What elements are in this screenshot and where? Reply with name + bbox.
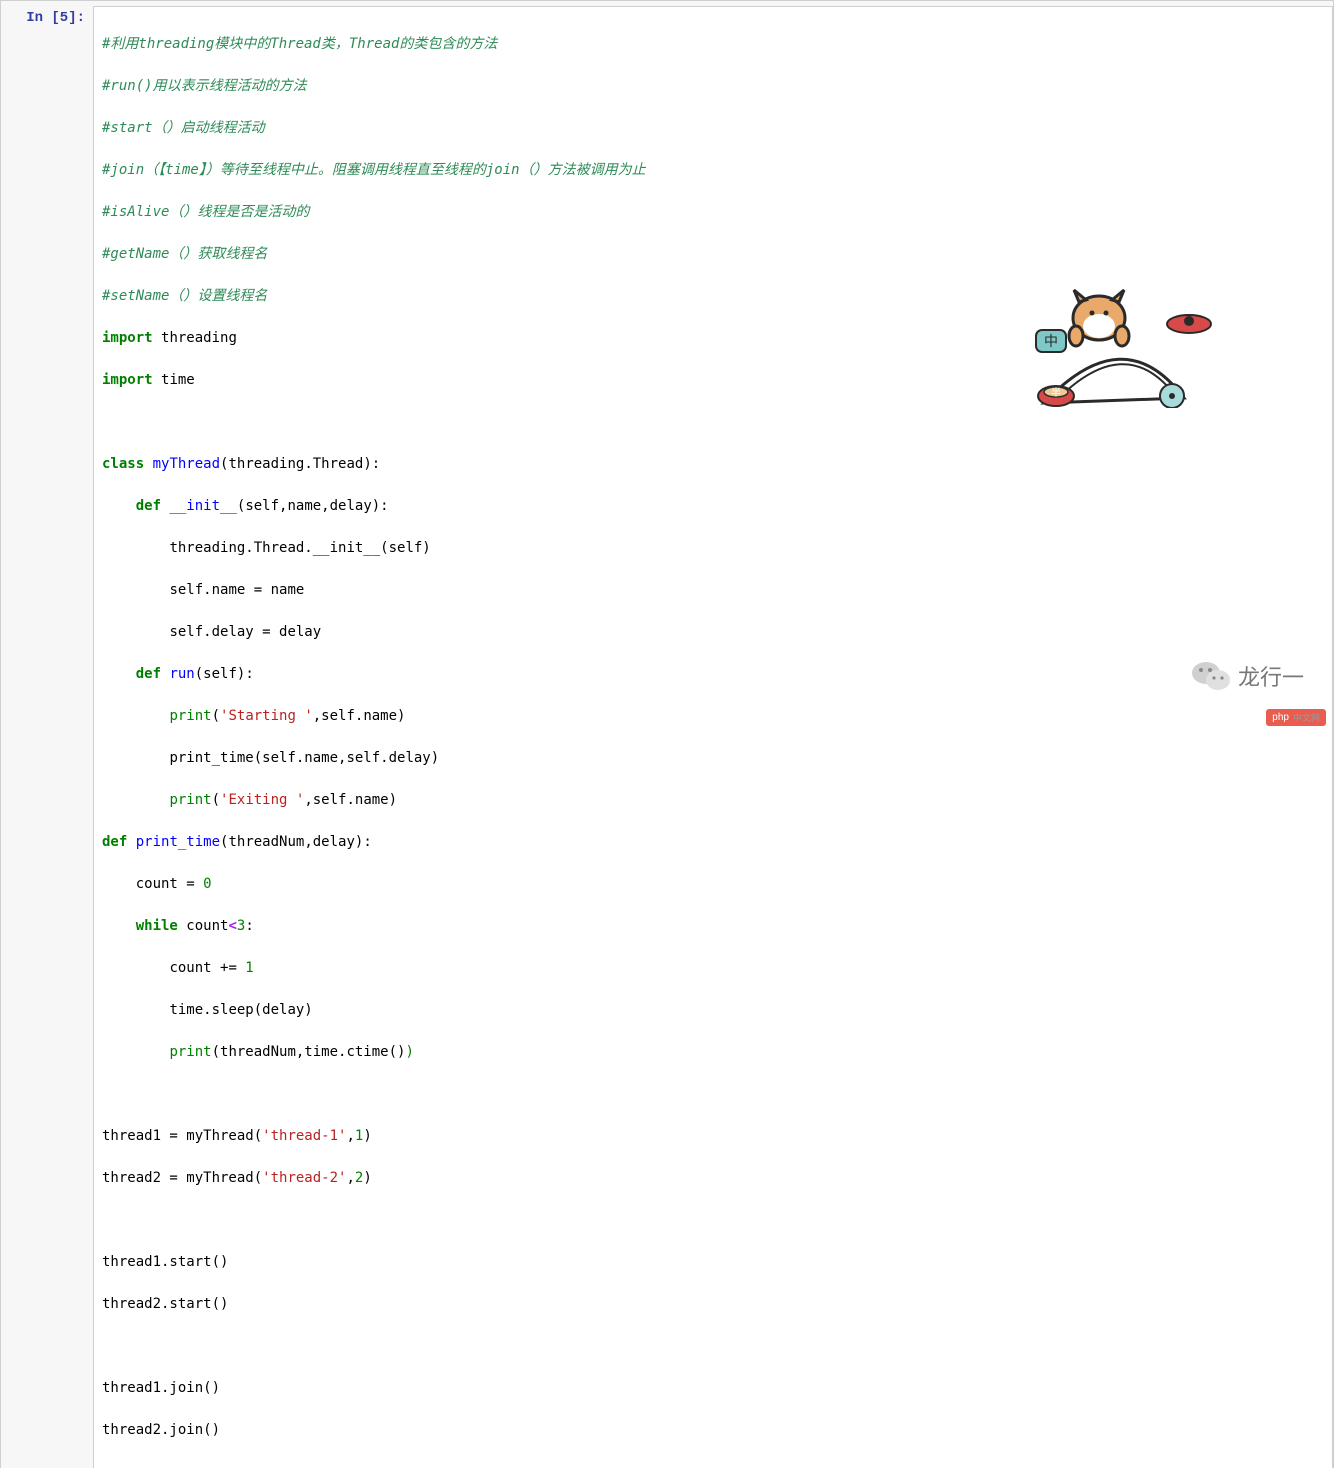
blank-line	[102, 1084, 1324, 1105]
code-line: thread2.start()	[102, 1294, 1324, 1315]
code-line: thread2 = myThread('thread-2',2)	[102, 1168, 1324, 1189]
blank-line	[102, 1210, 1324, 1231]
watermark-text: 龙行一	[1238, 660, 1304, 692]
code-line: print('Exiting ',self.name)	[102, 790, 1324, 811]
code-line: thread2.join()	[102, 1420, 1324, 1441]
code-line: thread1.start()	[102, 1252, 1324, 1273]
comment-line: #利用threading模块中的Thread类，Thread的类包含的方法	[102, 34, 1324, 55]
code-line: print_time(self.name,self.delay)	[102, 748, 1324, 769]
class-def-line: class myThread(threading.Thread):	[102, 454, 1324, 475]
comment-line: #run()用以表示线程活动的方法	[102, 76, 1324, 97]
comment-line: #join（【time】）等待至线程中止。阻塞调用线程直至线程的join（）方法…	[102, 160, 1324, 181]
comment-line: #start（）启动线程活动	[102, 118, 1324, 139]
cell-prompt: In [5]:	[1, 6, 93, 26]
svg-text:中: 中	[1044, 333, 1058, 349]
code-line: print('Starting ',self.name)	[102, 706, 1324, 727]
php-logo-badge: php 中文网	[1266, 709, 1326, 726]
watermark: 龙行一	[1190, 658, 1304, 694]
code-line: count += 1	[102, 958, 1324, 979]
code-line: thread1 = myThread('thread-1',1)	[102, 1126, 1324, 1147]
notebook-cell: In [5]: #利用threading模块中的Thread类，Thread的类…	[0, 0, 1334, 1468]
blank-line	[102, 412, 1324, 433]
comment-line: #isAlive（）线程是否是活动的	[102, 202, 1324, 223]
blank-line	[102, 1336, 1324, 1357]
code-line: print(threadNum,time.ctime())	[102, 1042, 1324, 1063]
comment-line: #getName（）获取线程名	[102, 244, 1324, 265]
def-line: def __init__(self,name,delay):	[102, 496, 1324, 517]
code-line: threading.Thread.__init__(self)	[102, 538, 1324, 559]
code-line: time.sleep(delay)	[102, 1000, 1324, 1021]
code-line: thread1.join()	[102, 1378, 1324, 1399]
while-line: while count<3:	[102, 916, 1324, 937]
code-line: self.name = name	[102, 580, 1324, 601]
code-line: count = 0	[102, 874, 1324, 895]
wechat-icon	[1190, 658, 1232, 694]
def-line: def run(self):	[102, 664, 1324, 685]
dog-illustration-icon: 中 半	[1024, 268, 1224, 408]
code-line: self.delay = delay	[102, 622, 1324, 643]
svg-text:半: 半	[1051, 386, 1061, 399]
def-line: def print_time(threadNum,delay):	[102, 832, 1324, 853]
code-editor[interactable]: #利用threading模块中的Thread类，Thread的类包含的方法 #r…	[93, 6, 1333, 1468]
